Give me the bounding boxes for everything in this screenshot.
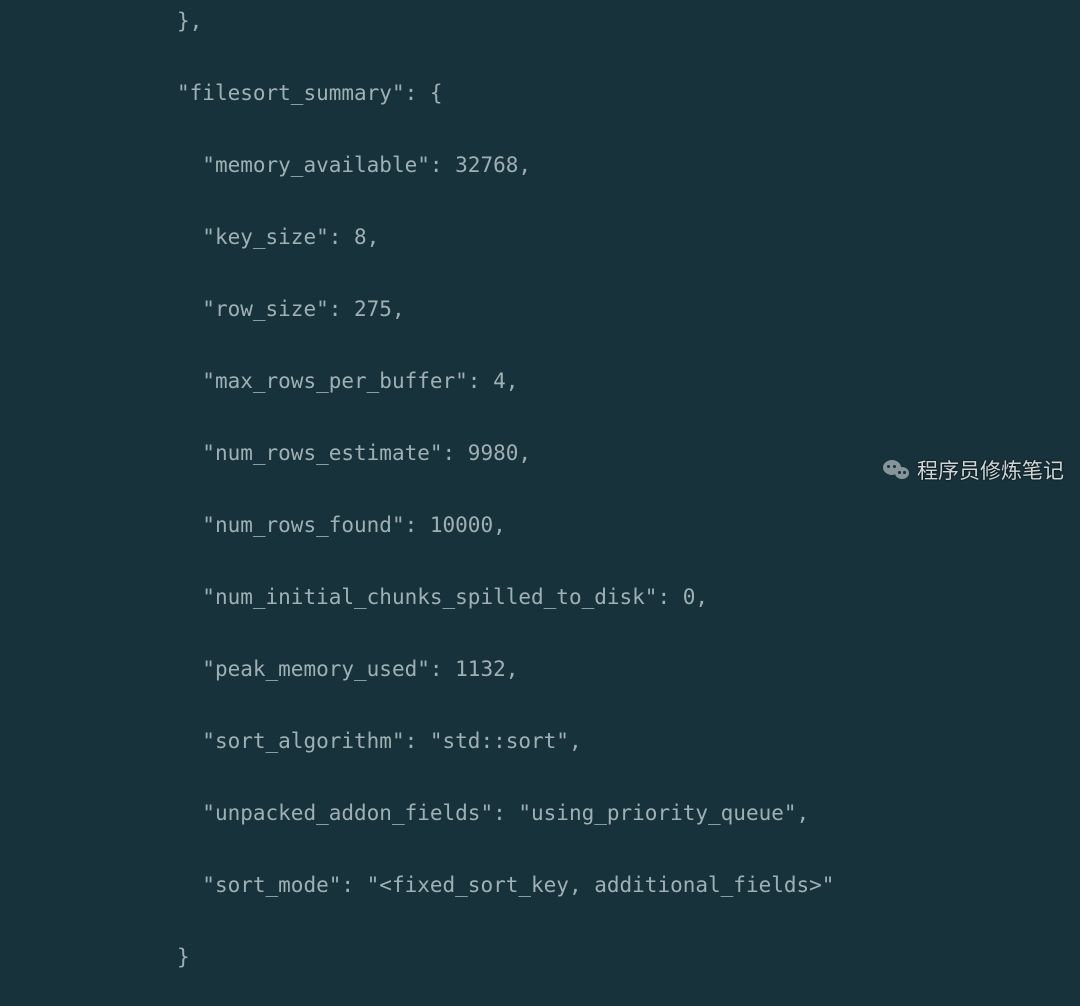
code-line: "unpacked_addon_fields": "using_priority… [0,795,834,831]
watermark: 程序员修炼笔记 [883,455,1064,485]
code-line: "filesort_summary": { [0,75,834,111]
code-line: "key_size": 8, [0,219,834,255]
code-line: }, [0,3,834,39]
code-line: "memory_available": 32768, [0,147,834,183]
code-line: } [0,939,834,975]
code-line: "num_initial_chunks_spilled_to_disk": 0, [0,579,834,615]
code-line: "max_rows_per_buffer": 4, [0,363,834,399]
code-line: "num_rows_found": 10000, [0,507,834,543]
code-line: "num_rows_estimate": 9980, [0,435,834,471]
code-line: "peak_memory_used": 1132, [0,651,834,687]
watermark-text: 程序员修炼笔记 [917,455,1064,485]
code-line: "row_size": 275, [0,291,834,327]
code-line: "sort_algorithm": "std::sort", [0,723,834,759]
code-block: }, "filesort_summary": { "memory_availab… [0,3,834,1006]
code-line: "sort_mode": "<fixed_sort_key, additiona… [0,867,834,903]
wechat-icon [883,458,911,482]
